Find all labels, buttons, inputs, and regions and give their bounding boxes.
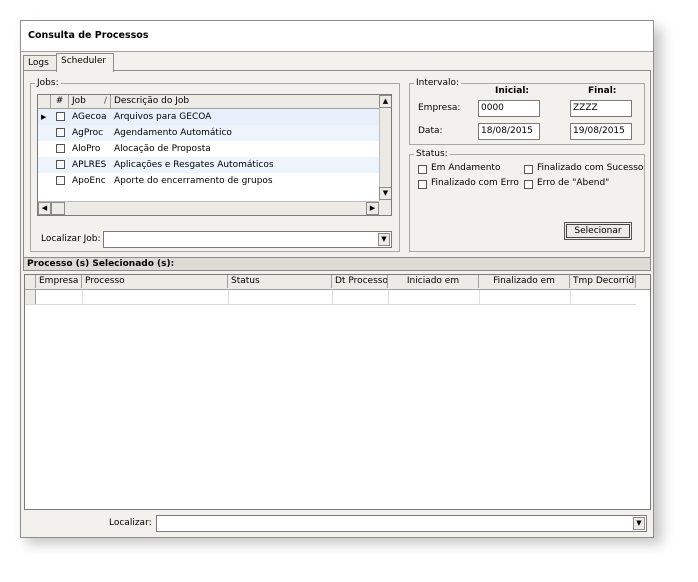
jobs-grid-header: # Job / Descrição do Job	[38, 95, 379, 109]
row-indicator	[38, 141, 51, 157]
column-divider	[228, 290, 229, 304]
header-finalizado-em[interactable]: Finalizado em	[479, 275, 570, 288]
data-label: Data:	[418, 126, 443, 136]
scroll-corner	[379, 201, 391, 215]
empresa-inicial-field[interactable]: 0000	[478, 100, 540, 117]
title-bar: Consulta de Processos	[21, 21, 653, 51]
row-indicator	[38, 125, 51, 141]
job-code: AGecoa	[72, 112, 107, 122]
job-descricao: Aporte do encerramento de grupos	[114, 176, 273, 186]
title-divider	[21, 51, 653, 52]
sort-indicator-icon: /	[103, 96, 107, 106]
column-divider	[570, 290, 571, 304]
job-code: AgProc	[72, 128, 104, 138]
processos-grid[interactable]: Empresa Processo Status Dt Processo Inic…	[24, 274, 651, 510]
scroll-left-icon[interactable]: ◀	[38, 202, 51, 215]
header-check[interactable]: #	[51, 95, 69, 108]
window: Consulta de Processos Logs Scheduler Job…	[20, 20, 654, 538]
tab-logs-label: Logs	[28, 58, 49, 68]
finalizado-sucesso-label: Finalizado com Sucesso	[537, 163, 644, 173]
chevron-down-icon[interactable]: ▼	[633, 517, 645, 530]
header-iniciado-em[interactable]: Iniciado em	[388, 275, 479, 288]
jobs-grid[interactable]: # Job / Descrição do Job ▶ AGecoa Arquivos…	[37, 94, 392, 216]
horizontal-scroll-thumb[interactable]	[51, 202, 65, 215]
jobs-group: Jobs: # Job / Descrição do Job ▶ AGecoa Ar…	[30, 78, 400, 252]
list-item[interactable]: ▶ AGecoa Arquivos para GECOA	[38, 109, 379, 125]
job-code: ApoEnc	[72, 176, 106, 186]
scroll-down-icon[interactable]: ▼	[379, 187, 391, 200]
jobs-vertical-scrollbar[interactable]: ▲ ▼	[379, 95, 391, 201]
job-code: AloPro	[72, 144, 101, 154]
status-legend: Status:	[416, 149, 448, 159]
column-divider	[82, 290, 83, 304]
row-indicator	[25, 290, 36, 304]
status-group: Status: Em Andamento Finalizado com Suce…	[409, 149, 645, 252]
intervalo-group: Intervalo: Inicial: Final: Empresa: 0000…	[409, 78, 645, 145]
data-final-field[interactable]: 19/08/2015	[570, 123, 632, 140]
finalizado-sucesso-checkbox[interactable]	[524, 165, 533, 174]
intervalo-legend: Intervalo:	[416, 78, 460, 88]
processos-section-title: Processo (s) Selecionado (s):	[23, 257, 651, 271]
chevron-down-icon[interactable]: ▼	[378, 233, 390, 246]
row-indicator	[38, 173, 51, 189]
row-indicator-header	[38, 95, 51, 108]
job-descricao: Alocação de Proposta	[114, 144, 211, 154]
localizar-job-combo[interactable]: ▼	[103, 231, 392, 248]
header-processo[interactable]: Processo	[82, 275, 228, 288]
job-checkbox[interactable]	[56, 176, 65, 185]
em-andamento-label: Em Andamento	[431, 163, 501, 173]
current-row-arrow-icon: ▶	[41, 113, 47, 121]
list-item[interactable]: ApoEnc Aporte do encerramento de grupos	[38, 173, 379, 189]
scroll-up-icon[interactable]: ▲	[379, 95, 391, 108]
column-divider	[479, 290, 480, 304]
job-descricao: Aplicações e Resgates Automáticos	[114, 160, 274, 170]
header-descricao[interactable]: Descrição do Job	[111, 95, 379, 108]
processos-row-indicator-header	[25, 275, 36, 288]
inicial-label: Inicial:	[495, 86, 530, 96]
localizar-job-label: Localizar Job:	[41, 234, 101, 244]
column-divider	[388, 290, 389, 304]
footer-bar: Localizar: ▼	[23, 511, 651, 535]
column-divider	[332, 290, 333, 304]
selecionar-button[interactable]: Selecionar	[564, 222, 632, 240]
table-row[interactable]	[25, 290, 636, 305]
job-code: APLRES	[72, 160, 107, 170]
header-job[interactable]: Job /	[69, 95, 111, 108]
empresa-final-field[interactable]: ZZZZ	[570, 100, 632, 117]
header-empresa[interactable]: Empresa	[36, 275, 82, 288]
empresa-label: Empresa:	[418, 103, 461, 113]
scheduler-tab-panel: Jobs: # Job / Descrição do Job ▶ AGecoa Ar…	[23, 70, 651, 258]
localizar-label: Localizar:	[109, 518, 152, 528]
job-checkbox[interactable]	[56, 112, 65, 121]
list-item[interactable]: APLRES Aplicações e Resgates Automáticos	[38, 157, 379, 173]
job-checkbox[interactable]	[56, 144, 65, 153]
jobs-horizontal-scrollbar[interactable]: ◀ ▶	[38, 201, 379, 215]
row-indicator	[38, 157, 51, 173]
list-item[interactable]: AgProc Agendamento Automático	[38, 125, 379, 141]
job-descricao: Agendamento Automático	[114, 128, 232, 138]
scroll-right-icon[interactable]: ▶	[366, 202, 379, 215]
list-item[interactable]: AloPro Alocação de Proposta	[38, 141, 379, 157]
tab-scheduler-label: Scheduler	[61, 56, 107, 66]
finalizado-erro-checkbox[interactable]	[418, 180, 427, 189]
processos-grid-header: Empresa Processo Status Dt Processo Inic…	[25, 275, 650, 290]
header-dt-processo[interactable]: Dt Processo	[332, 275, 388, 288]
localizar-combo[interactable]: ▼	[156, 515, 647, 532]
finalizado-erro-label: Finalizado com Erro	[431, 178, 519, 188]
erro-abend-label: Erro de "Abend"	[537, 178, 610, 188]
job-checkbox[interactable]	[56, 128, 65, 137]
header-status[interactable]: Status	[228, 275, 332, 288]
window-title: Consulta de Processos	[28, 30, 149, 41]
header-job-label: Job	[72, 96, 86, 106]
tab-scheduler[interactable]: Scheduler	[56, 53, 114, 72]
final-label: Final:	[588, 86, 617, 96]
jobs-legend: Jobs:	[37, 78, 59, 88]
erro-abend-checkbox[interactable]	[524, 180, 533, 189]
data-inicial-field[interactable]: 18/08/2015	[478, 123, 540, 140]
job-descricao: Arquivos para GECOA	[114, 112, 212, 122]
em-andamento-checkbox[interactable]	[418, 165, 427, 174]
job-checkbox[interactable]	[56, 160, 65, 169]
header-tmp-decorrido[interactable]: Tmp Decorrido	[570, 275, 636, 288]
